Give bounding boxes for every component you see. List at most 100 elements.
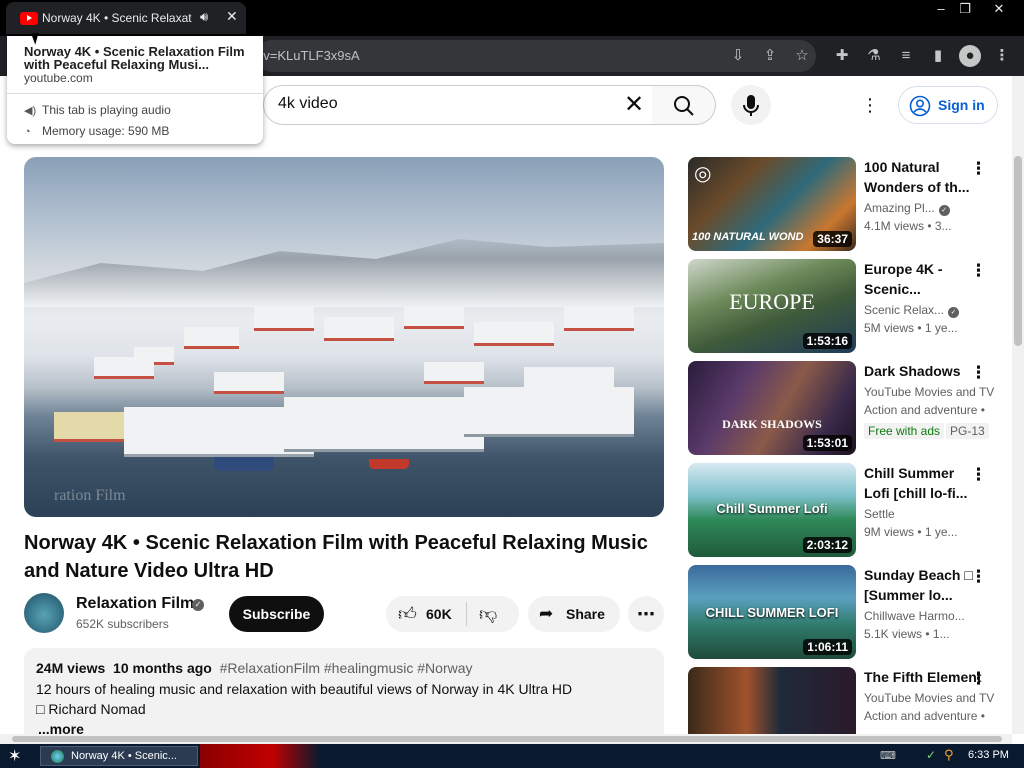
search-icon <box>674 96 694 116</box>
recommendation-thumbnail[interactable]: Chill Summer Lofi 2:03:12 <box>688 463 856 557</box>
speaker-icon: ◀) <box>24 105 37 117</box>
search-button[interactable] <box>652 85 716 125</box>
duration-badge: 36:37 <box>813 231 852 247</box>
recommendation-channel[interactable]: Settle <box>864 507 994 521</box>
vertical-scroll-thumb[interactable] <box>1014 156 1022 346</box>
thumbs-down-icon[interactable]: 👎︎ <box>479 603 497 625</box>
description-line: □ Richard Nomad <box>36 701 146 717</box>
browser-tab-strip: Norway 4K • Scenic Relaxation 🔊︎ ✕ – ❐ ✕ <box>0 0 1024 36</box>
recommendation-item[interactable]: CHILL SUMMER LOFI 1:06:11 Sunday Beach □… <box>688 565 1008 659</box>
video-frame-building <box>184 327 239 349</box>
recommendation-channel[interactable]: YouTube Movies and TV <box>864 691 1004 705</box>
video-frame-building <box>324 317 394 341</box>
recommendation-title[interactable]: Sunday Beach □ [Summer lo... <box>864 565 974 605</box>
taskbar-accent <box>200 744 320 768</box>
browser-tab[interactable]: Norway 4K • Scenic Relaxation 🔊︎ ✕ <box>6 2 246 34</box>
recommendation-title[interactable]: The Fifth Element <box>864 667 984 687</box>
media-queue-icon[interactable]: ≡ <box>895 45 917 67</box>
taskbar-window-button[interactable]: Norway 4K • Scenic... <box>40 746 198 766</box>
duration-badge: 1:06:11 <box>803 639 852 655</box>
extensions-icon[interactable]: ✚ <box>831 45 853 67</box>
recommendation-item[interactable]: DARK SHADOWS 1:53:01 Dark Shadows YouTub… <box>688 361 1008 455</box>
action-menu-icon[interactable]: ⋮ <box>970 669 987 689</box>
recommendation-channel[interactable]: Scenic Relax... ✓ <box>864 303 994 318</box>
tab-title: Norway 4K • Scenic Relaxation <box>42 11 192 25</box>
install-icon[interactable]: ⇩ <box>727 45 749 67</box>
share-button[interactable]: ➦ Share <box>528 596 620 632</box>
speaker-icon[interactable]: 🔊︎ <box>200 9 208 25</box>
search-input[interactable] <box>278 95 608 113</box>
vertical-scrollbar[interactable] <box>1012 76 1024 734</box>
recommendation-thumbnail[interactable]: CHILL SUMMER LOFI 1:06:11 <box>688 565 856 659</box>
recommendation-title[interactable]: 100 Natural Wonders of th... <box>864 157 974 197</box>
recommendation-title[interactable]: Chill Summer Lofi [chill lo-fi... <box>864 463 974 503</box>
description-box[interactable]: 24M views 10 months ago #RelaxationFilm … <box>24 648 664 744</box>
recommendation-thumbnail[interactable]: EUROPE 1:53:16 <box>688 259 856 353</box>
hashtags[interactable]: #RelaxationFilm #healingmusic #Norway <box>220 660 473 676</box>
more-actions-button[interactable]: ⋯ <box>628 596 664 632</box>
bookmark-star-icon[interactable]: ☆ <box>791 45 813 67</box>
browser-app-icon <box>51 750 64 763</box>
action-menu-icon[interactable]: ⋮ <box>970 261 987 281</box>
recommendation-channel[interactable]: YouTube Movies and TV <box>864 385 1004 399</box>
recommendation-channel[interactable]: Chillwave Harmo... <box>864 609 994 623</box>
hovercard-audio-row: ◀) This tab is playing audio <box>24 103 171 117</box>
browser-menu-icon[interactable]: ⋮ <box>991 45 1013 67</box>
thumbnail-text: DARK SHADOWS <box>722 417 822 431</box>
voice-search-button[interactable] <box>731 85 771 125</box>
upload-age: 10 months ago <box>113 660 212 676</box>
sign-in-label: Sign in <box>938 97 985 113</box>
profile-avatar-icon[interactable]: ● <box>959 45 981 67</box>
action-menu-icon[interactable]: ⋮ <box>970 159 987 179</box>
action-menu-icon[interactable]: ⋮ <box>970 363 987 383</box>
side-panel-icon[interactable]: ▮ <box>927 45 949 67</box>
clock[interactable]: 6:33 PM <box>968 749 1009 761</box>
horizontal-scroll-thumb[interactable] <box>12 736 1002 742</box>
sign-in-button[interactable]: Sign in <box>898 86 998 124</box>
video-title: Norway 4K • Scenic Relaxation Film with … <box>24 532 648 582</box>
url-text: ?v=KLuTLF3x9sA <box>256 48 360 63</box>
verified-badge-icon: ✓ <box>948 307 960 318</box>
audio-status: This tab is playing audio <box>42 103 171 117</box>
clear-search-icon[interactable]: ✕ <box>624 92 644 118</box>
tab-close-icon[interactable]: ✕ <box>226 8 238 25</box>
video-watermark: ration Film <box>54 487 126 504</box>
recommendation-channel[interactable]: Amazing Pl... ✓ <box>864 201 994 216</box>
labs-flask-icon[interactable]: ⚗ <box>863 45 885 67</box>
recommendation-item[interactable]: Chill Summer Lofi 2:03:12 Chill Summer L… <box>688 463 1008 557</box>
recommendation-thumbnail[interactable] <box>688 667 856 734</box>
recommendation-meta: 5.1K views • 1... <box>864 627 950 641</box>
recommendation-title[interactable]: Europe 4K - Scenic... <box>864 259 974 299</box>
action-menu-icon[interactable]: ⋮ <box>970 465 987 485</box>
network-icon[interactable]: ✓ <box>926 748 936 762</box>
recommendation-item[interactable]: The Fifth Element YouTube Movies and TV … <box>688 667 1008 734</box>
youtube-favicon-icon <box>20 12 38 25</box>
like-count[interactable]: 60K <box>426 606 452 622</box>
share-label: Share <box>566 606 605 622</box>
recommendation-thumbnail[interactable]: ◎ 100 NATURAL WOND 36:37 <box>688 157 856 251</box>
search-box[interactable]: ✕ <box>263 85 653 125</box>
video-player[interactable]: ration Film <box>24 157 664 517</box>
channel-name[interactable]: Relaxation Film <box>76 595 194 613</box>
horizontal-scrollbar[interactable] <box>0 734 1012 744</box>
video-frame-building <box>474 322 554 346</box>
restore-icon[interactable]: ❐ <box>950 0 980 18</box>
window-close-icon[interactable]: ✕ <box>984 0 1014 18</box>
recommendation-item[interactable]: EUROPE 1:53:16 Europe 4K - Scenic... Sce… <box>688 259 1008 353</box>
verified-badge-icon: ✓ <box>192 599 204 611</box>
subscribe-button[interactable]: Subscribe <box>229 596 324 632</box>
search-tray-icon[interactable]: ⚲ <box>944 747 954 763</box>
recommendation-title[interactable]: Dark Shadows <box>864 361 974 381</box>
start-menu-icon[interactable]: ✶ <box>8 746 21 766</box>
share-page-icon[interactable]: ⇪ <box>759 45 781 67</box>
recommendation-thumbnail[interactable]: DARK SHADOWS 1:53:01 <box>688 361 856 455</box>
recommendation-item[interactable]: ◎ 100 NATURAL WOND 36:37 100 Natural Won… <box>688 157 1008 251</box>
settings-menu-icon[interactable]: ⋮ <box>860 92 880 118</box>
thumbs-up-icon[interactable]: 👍︎ <box>398 603 417 625</box>
action-menu-icon[interactable]: ⋮ <box>970 567 987 587</box>
video-frame-boat <box>214 457 274 471</box>
keyboard-icon[interactable]: ⌨ <box>880 749 896 762</box>
channel-avatar[interactable] <box>24 593 64 633</box>
memory-gauge-icon: ◔ <box>24 126 31 138</box>
video-frame-building <box>94 357 154 379</box>
